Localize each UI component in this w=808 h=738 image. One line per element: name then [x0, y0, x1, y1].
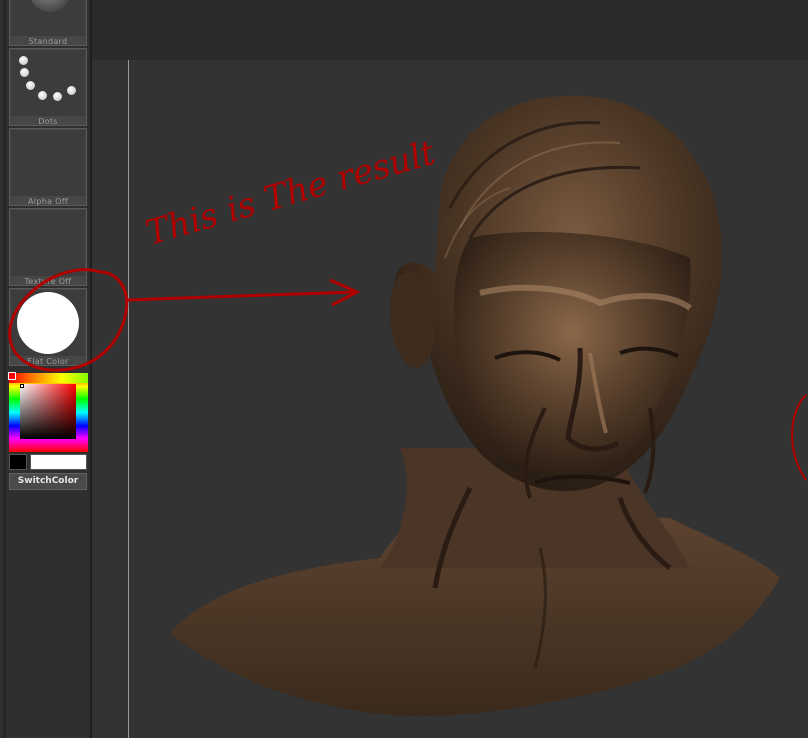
saturation-value-square[interactable] [20, 384, 76, 439]
hue-ring-top [9, 373, 88, 383]
color-marker[interactable] [20, 384, 24, 388]
primary-color-swatch[interactable] [9, 454, 27, 470]
shelf-groove [3, 0, 6, 738]
dot [53, 92, 62, 101]
canvas-guide-line [128, 60, 129, 738]
hue-marker[interactable] [8, 372, 16, 380]
dot [67, 86, 76, 95]
dot [26, 81, 35, 90]
color-picker[interactable] [8, 372, 88, 452]
flat-color-material-icon [17, 292, 79, 354]
left-shelf: Standard Dots Alpha Off Texture Off Flat… [0, 0, 90, 738]
top-bar [92, 0, 808, 60]
dots-stroke-icon [19, 56, 28, 65]
material-flat-color-slot[interactable]: Flat Color [9, 288, 87, 366]
alpha-thumb [11, 130, 85, 196]
slot-label: Texture Off [24, 277, 72, 286]
standard-brush-icon [29, 0, 71, 12]
switch-color-button[interactable]: SwitchColor [9, 473, 87, 490]
material-thumb [11, 290, 85, 356]
slot-label: Alpha Off [28, 197, 68, 206]
dot [20, 68, 29, 77]
secondary-color-swatch[interactable] [30, 454, 87, 470]
dot [38, 91, 47, 100]
standard-brush-thumb [11, 0, 85, 36]
texture-off-slot[interactable]: Texture Off [9, 208, 87, 286]
slot-label: Dots [38, 117, 58, 126]
sculpted-bust[interactable] [150, 88, 790, 728]
slot-label: Flat Color [27, 357, 69, 366]
slot-label: Standard [28, 37, 68, 46]
alpha-off-slot[interactable]: Alpha Off [9, 128, 87, 206]
stroke-dots-slot[interactable]: Dots [9, 48, 87, 126]
brush-standard-slot[interactable]: Standard [9, 0, 87, 46]
texture-thumb [11, 210, 85, 276]
dots-stroke-thumb [11, 50, 85, 116]
